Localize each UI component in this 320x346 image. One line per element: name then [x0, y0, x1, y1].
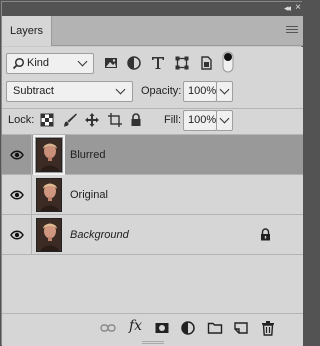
- chevron-down-icon: [219, 113, 230, 124]
- layer-thumbnail[interactable]: [36, 178, 62, 212]
- tab-layers[interactable]: Layers: [2, 16, 52, 46]
- layer-name: Background: [70, 229, 129, 241]
- opacity-input[interactable]: 100%: [183, 81, 217, 102]
- shape-filter-icon[interactable]: [174, 55, 190, 71]
- new-group-icon[interactable]: [207, 320, 223, 336]
- layers-list: Blurred Original Background: [2, 135, 303, 255]
- adjustment-filter-icon[interactable]: [126, 55, 142, 71]
- close-panel-icon[interactable]: ×: [295, 2, 301, 13]
- filter-toggle-icon[interactable]: [221, 50, 235, 74]
- chevron-down-icon: [219, 84, 230, 95]
- panel-tab-row: Layers: [2, 16, 303, 46]
- visibility-toggle[interactable]: [2, 175, 32, 215]
- divider: [2, 108, 303, 109]
- smart-object-filter-icon[interactable]: [198, 55, 214, 71]
- fill-dropdown-button[interactable]: [216, 110, 233, 131]
- eye-icon: [10, 230, 24, 240]
- lock-label: Lock:: [8, 114, 35, 126]
- lock-artboard-icon[interactable]: [107, 112, 123, 128]
- tab-layers-label: Layers: [9, 25, 44, 37]
- opacity-dropdown-button[interactable]: [216, 81, 233, 102]
- fill-label: Fill:: [164, 114, 182, 126]
- image-filter-icon[interactable]: [103, 55, 119, 71]
- layers-bottom-toolbar: fx: [2, 313, 303, 340]
- filter-kind-select[interactable]: Kind: [6, 53, 94, 74]
- chevron-down-icon: [77, 56, 88, 67]
- panel-menu-icon[interactable]: [286, 26, 298, 35]
- add-mask-icon[interactable]: [154, 320, 170, 336]
- layer-name: Blurred: [70, 149, 106, 161]
- eye-icon: [10, 190, 24, 200]
- lock-transparent-pixels-icon[interactable]: [39, 112, 55, 128]
- blend-mode-value: Subtract: [13, 85, 54, 97]
- layer-row[interactable]: Blurred: [2, 135, 303, 175]
- new-layer-icon[interactable]: [233, 320, 249, 336]
- lock-all-icon[interactable]: [128, 112, 144, 128]
- collapse-panel-icon[interactable]: ◂◂: [284, 3, 291, 14]
- panel-title-strip: ◂◂ ×: [2, 2, 303, 16]
- fill-input[interactable]: 100%: [183, 110, 217, 131]
- layer-thumbnail[interactable]: [33, 135, 65, 175]
- opacity-label: Opacity:: [141, 85, 182, 97]
- lock-position-icon[interactable]: [84, 112, 100, 128]
- link-layers-icon[interactable]: [100, 320, 116, 336]
- blend-mode-select[interactable]: Subtract: [6, 81, 133, 102]
- layers-panel-content: Kind Subtract Opacity: 100% Lock: Fill: …: [2, 47, 303, 346]
- search-icon: [12, 57, 25, 70]
- visibility-toggle[interactable]: [2, 215, 32, 255]
- visibility-toggle[interactable]: [2, 135, 32, 175]
- resize-grip[interactable]: [142, 341, 164, 344]
- layer-thumbnail[interactable]: [36, 218, 62, 252]
- layers-panel: ◂◂ × Layers Kind Subtract Opacity: 100% …: [0, 0, 303, 346]
- fx-icon[interactable]: fx: [129, 318, 149, 334]
- chevron-down-icon: [115, 84, 126, 95]
- eye-icon: [10, 150, 24, 160]
- new-adjustment-layer-icon[interactable]: [180, 320, 196, 336]
- filter-kind-label: Kind: [27, 57, 50, 69]
- layers-panel-body: ◂◂ × Layers Kind Subtract Opacity: 100% …: [1, 1, 303, 346]
- lock-image-pixels-icon[interactable]: [62, 112, 78, 128]
- type-filter-icon[interactable]: [150, 55, 166, 71]
- layer-name: Original: [70, 189, 108, 201]
- delete-layer-icon[interactable]: [260, 320, 276, 336]
- layer-row[interactable]: Original: [2, 175, 303, 215]
- lock-icon[interactable]: [260, 228, 271, 241]
- layer-row[interactable]: Background: [2, 215, 303, 255]
